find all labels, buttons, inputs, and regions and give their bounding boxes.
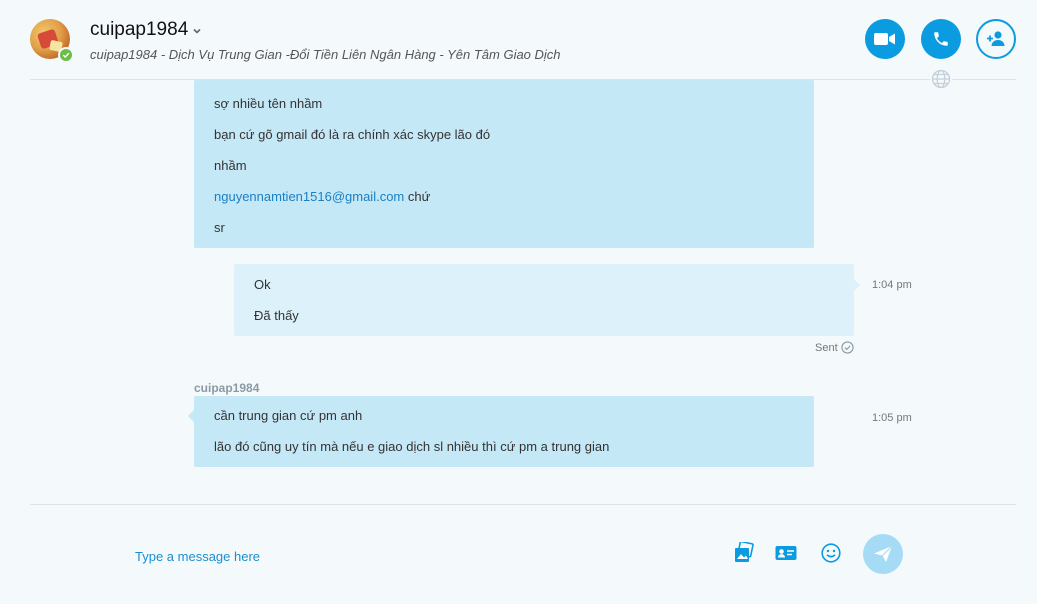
add-person-icon: [987, 31, 1005, 46]
add-people-button[interactable]: [976, 19, 1016, 59]
presence-online-icon: [58, 47, 74, 63]
chevron-down-icon[interactable]: [191, 25, 203, 37]
message-bubble-outgoing[interactable]: Ok Đã thấy: [234, 264, 854, 336]
message-timestamp: 1:04 pm: [872, 279, 912, 291]
bubble-tail: [188, 410, 194, 422]
message-status: Sent: [815, 341, 854, 354]
message-line: sr: [214, 220, 225, 235]
chat-window: cuipap1984 cuipap1984 - Dịch Vụ Trung Gi…: [0, 0, 1037, 604]
message-line: Đã thấy: [254, 308, 299, 323]
composer-divider: [30, 504, 1016, 505]
message-line: nhầm: [214, 158, 247, 173]
contact-name[interactable]: cuipap1984: [90, 19, 188, 41]
mood-message: cuipap1984 - Dịch Vụ Trung Gian -Đổi Tiề…: [90, 47, 561, 62]
email-link[interactable]: nguyennamtien1516@gmail.com: [214, 189, 404, 204]
audio-call-button[interactable]: [921, 19, 961, 59]
message-line: sợ nhiều tên nhầm: [214, 96, 323, 111]
message-timestamp: 1:05 pm: [872, 412, 912, 424]
message-input[interactable]: [135, 540, 695, 572]
emoticon-button[interactable]: [819, 541, 843, 565]
bubble-tail: [854, 279, 860, 291]
message-line: lão đó cũng uy tín mà nếu e giao dịch sl…: [214, 439, 610, 454]
sent-check-icon: [841, 341, 854, 354]
phone-icon: [934, 32, 948, 46]
message-bubble-incoming[interactable]: sợ nhiều tên nhầm bạn cứ gõ gmail đó là …: [194, 80, 814, 248]
message-line: cần trung gian cứ pm anh: [214, 408, 363, 423]
conversation-header: cuipap1984 cuipap1984 - Dịch Vụ Trung Gi…: [0, 0, 1037, 80]
message-line: Ok: [254, 277, 271, 292]
video-camera-icon: [874, 33, 895, 45]
message-line: nguyennamtien1516@gmail.com chứ: [214, 189, 430, 204]
paper-plane-icon: [874, 545, 893, 562]
smiley-icon: [821, 543, 841, 563]
contact-card-icon: [775, 546, 797, 560]
video-call-button[interactable]: [865, 19, 905, 59]
message-line: bạn cứ gõ gmail đó là ra chính xác skype…: [214, 127, 491, 142]
send-contact-button[interactable]: [774, 541, 798, 565]
globe-icon[interactable]: [930, 68, 952, 90]
message-bubble-incoming[interactable]: cần trung gian cứ pm anh lão đó cũng uy …: [194, 396, 814, 467]
message-text: chứ: [404, 189, 431, 204]
send-media-button[interactable]: [732, 541, 756, 565]
send-button[interactable]: [863, 534, 903, 574]
sent-label: Sent: [815, 341, 838, 354]
sender-name: cuipap1984: [194, 381, 260, 395]
image-icon: [735, 542, 754, 562]
